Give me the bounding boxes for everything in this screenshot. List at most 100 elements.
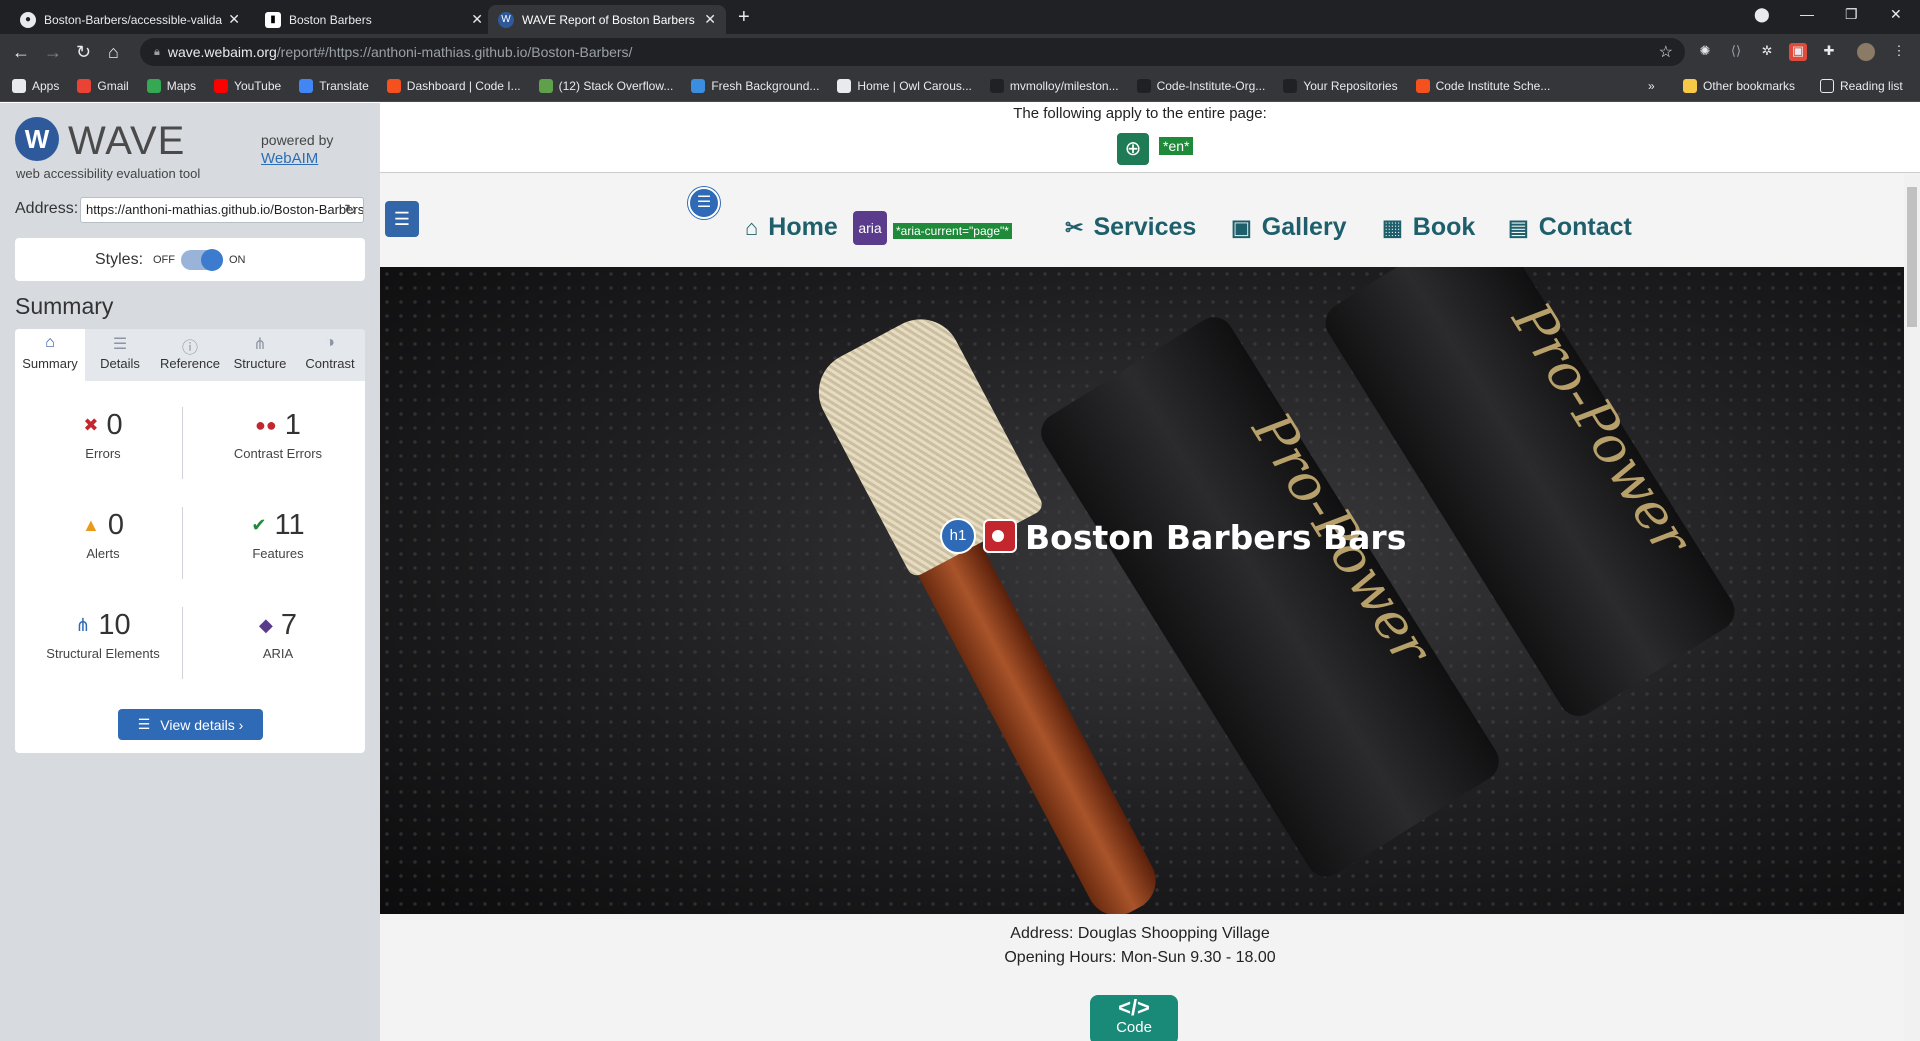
styles-toggle[interactable] — [181, 249, 223, 271]
extension-bracket-icon[interactable]: ⟨⟩ — [1727, 43, 1745, 61]
contrast-error-badge[interactable] — [983, 519, 1017, 553]
aria-badge[interactable]: aria — [853, 211, 887, 245]
language-globe-icon[interactable]: ⊕ — [1117, 133, 1149, 165]
stat-count: 1 — [284, 409, 301, 441]
page-icon: ▮ — [265, 11, 281, 28]
code-institute-icon — [1415, 78, 1430, 93]
stat-alerts[interactable]: ▲ 0 Alerts — [23, 509, 183, 561]
bookmark-code-institute-schedule[interactable]: Code Institute Sche... — [1415, 78, 1550, 93]
back-icon[interactable]: ← — [12, 42, 30, 63]
stat-label: Contrast Errors — [233, 446, 323, 461]
extension-gear-icon[interactable]: ✺ — [1696, 43, 1714, 61]
extension-red-icon[interactable]: ▣ — [1789, 43, 1807, 61]
restore-icon[interactable]: ❐ — [1845, 6, 1858, 23]
aria-current-tag[interactable]: *aria-current="page"* — [893, 223, 1012, 239]
tab-wave-report[interactable]: W WAVE Report of Boston Barbers ✕ — [488, 5, 726, 34]
overflow-chevron-icon: » — [1648, 78, 1655, 93]
bookmark-your-repositories[interactable]: Your Repositories — [1283, 78, 1398, 93]
bookmark-apps[interactable]: Apps — [12, 78, 60, 93]
tab-details[interactable]: ☰ Details — [85, 329, 155, 381]
bookmark-star-icon[interactable]: ☆ — [1659, 42, 1673, 62]
bookmark-mvmolloy[interactable]: mvmolloy/mileston... — [989, 78, 1119, 93]
code-badge[interactable]: </> Code — [1090, 995, 1178, 1041]
tab-structure[interactable]: ⋔ Structure — [225, 329, 295, 381]
webaim-link[interactable]: WebAIM — [261, 150, 318, 167]
home-icon[interactable]: ⌂ — [108, 42, 119, 63]
calendar-icon: ▦ — [1382, 214, 1403, 240]
bookmark-code-institute-org[interactable]: Code-Institute-Org... — [1136, 78, 1265, 93]
stat-label: Features — [252, 546, 304, 561]
url-path: /report#/https://anthoni-mathias.github.… — [276, 44, 633, 60]
list-icon: ☰ — [137, 716, 151, 732]
aria-icon: ◆ — [259, 615, 273, 635]
profile-menu-icon[interactable]: ⬤ — [1754, 6, 1770, 23]
list-badge-icon[interactable]: ☰ — [688, 187, 720, 219]
tab-summary[interactable]: ⌂ Summary — [15, 329, 85, 381]
close-icon[interactable]: ✕ — [471, 11, 483, 28]
language-tag[interactable]: *en* — [1159, 137, 1194, 155]
reload-icon[interactable]: ↻ — [76, 42, 91, 63]
bookmark-owl-carousel[interactable]: Home | Owl Carous... — [837, 78, 972, 93]
stat-count: 11 — [274, 509, 305, 541]
nav-home[interactable]: ⌂ Home — [745, 213, 838, 242]
nav-services[interactable]: ✂ Services — [1065, 213, 1196, 242]
stat-errors[interactable]: ✖ 0 Errors — [23, 409, 183, 461]
extension-settings-icon[interactable]: ✲ — [1758, 43, 1776, 61]
forward-icon[interactable]: → — [44, 42, 62, 63]
extensions-puzzle-icon[interactable]: ✚ — [1820, 43, 1838, 61]
powered-by: powered by — [261, 132, 334, 148]
bookmark-fresh-background[interactable]: Fresh Background... — [691, 78, 819, 93]
view-details-button[interactable]: ☰ View details › — [118, 709, 263, 740]
structure-icon: ⋔ — [253, 336, 267, 353]
h1-badge[interactable]: h1 — [940, 518, 976, 554]
tab-reference[interactable]: ⓘ Reference — [155, 329, 225, 381]
bookmark-maps[interactable]: Maps — [146, 78, 196, 93]
bookmark-label: Dashboard | Code I... — [406, 78, 521, 93]
nav-book[interactable]: ▦ Book — [1382, 213, 1475, 242]
css-icon[interactable]: ☰ — [385, 201, 419, 237]
error-icon: ✖ — [83, 415, 99, 435]
more-menu-icon[interactable]: ⋮ — [1890, 43, 1908, 61]
nav-contact[interactable]: ▤ Contact — [1508, 213, 1632, 242]
bookmark-label: Your Repositories — [1303, 78, 1398, 93]
stat-features[interactable]: ✔ 11 Features — [198, 509, 358, 561]
bookmark-label: YouTube — [234, 78, 282, 93]
tab-github[interactable]: ● Boston-Barbers/accessible-valida ✕ — [10, 5, 250, 34]
stat-aria[interactable]: ◆ 7 ARIA — [198, 609, 358, 661]
stat-structural-elements[interactable]: ⋔ 10 Structural Elements — [23, 609, 183, 661]
bookmarks-overflow[interactable]: » — [1648, 79, 1655, 93]
minimize-icon[interactable]: — — [1800, 6, 1814, 22]
bookmark-youtube[interactable]: YouTube — [214, 78, 282, 93]
bookmark-gmail[interactable]: Gmail — [77, 78, 129, 93]
scrollbar-thumb[interactable] — [1907, 187, 1917, 327]
reading-list[interactable]: Reading list — [1820, 78, 1903, 93]
stat-contrast-errors[interactable]: ●● 1 Contrast Errors — [198, 409, 358, 461]
youtube-icon — [214, 78, 229, 93]
address-bar[interactable]: 🔒︎ wave.webaim.org /report#/https://anth… — [140, 38, 1685, 66]
hours-line: Opening Hours: Mon-Sun 9.30 - 18.00 — [1004, 949, 1276, 966]
browser-toolbar: ← → ↻ ⌂ 🔒︎ wave.webaim.org /report#/http… — [0, 34, 1920, 70]
preview-scrollbar[interactable] — [1904, 175, 1920, 1041]
list-icon: ☰ — [112, 336, 128, 353]
bookmark-translate[interactable]: Translate — [299, 78, 369, 93]
bookmark-dashboard[interactable]: Dashboard | Code I... — [386, 78, 521, 93]
other-bookmarks[interactable]: Other bookmarks — [1683, 78, 1795, 93]
wave-tabs: ⌂ Summary ☰ Details ⓘ Reference ⋔ Structure … — [15, 329, 365, 381]
close-icon[interactable]: ✕ — [228, 11, 240, 28]
bookmark-stack-overflow[interactable]: (12) Stack Overflow... — [538, 78, 673, 93]
nav-gallery[interactable]: ▣ Gallery — [1231, 213, 1347, 242]
window-close-icon[interactable]: ✕ — [1890, 6, 1902, 23]
hero-title: Boston Barbers Bars — [1025, 518, 1407, 557]
tab-boston-barbers[interactable]: ▮ Boston Barbers ✕ — [255, 5, 493, 34]
bookmark-label: Apps — [32, 78, 60, 93]
toggle-knob — [201, 249, 223, 271]
avatar[interactable] — [1857, 43, 1875, 61]
address-input[interactable]: https://anthoni-mathias.github.io/Boston… — [80, 197, 364, 223]
tab-contrast[interactable]: ◑ Contrast — [295, 329, 365, 381]
refresh-icon[interactable]: ↻ — [344, 201, 357, 219]
new-tab-icon[interactable]: + — [738, 6, 750, 29]
close-icon[interactable]: ✕ — [704, 11, 716, 28]
page-preview: The following apply to the entire page: … — [380, 103, 1920, 1041]
nav-label: Home — [768, 213, 838, 241]
code-institute-icon — [386, 78, 401, 93]
